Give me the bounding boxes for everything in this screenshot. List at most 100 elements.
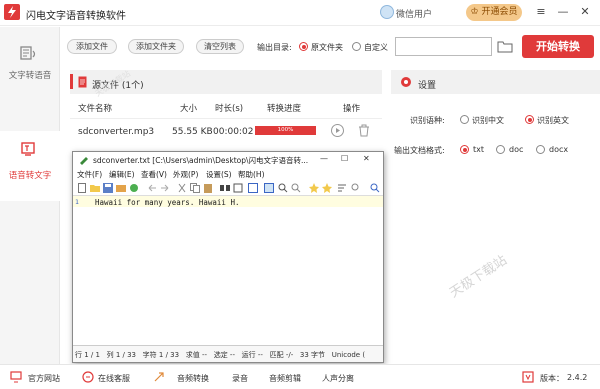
paste-icon[interactable] [203,183,213,193]
document-icon [78,76,87,88]
menu-view[interactable]: 查看(V) [141,169,167,180]
text-to-speech-icon [20,45,38,63]
footer-record[interactable]: 录音 [232,373,248,384]
toolbar-more-icon[interactable] [370,183,380,193]
favorites-icon[interactable] [309,183,319,193]
app-logo-icon [4,4,20,20]
menu-help[interactable]: 帮助(H) [238,169,265,180]
lang-label: 识别语种: [410,116,445,125]
footer-bar: 官方网站 在线客服 音频转换 录音 音频剪辑 人声分离 版本： 2.4.2 [0,364,600,389]
radio-lang-english[interactable] [525,115,534,124]
speech-to-text-icon [20,141,38,159]
sidebar-item-label: 语音转文字 [8,171,52,181]
radio-original-folder[interactable] [299,42,308,51]
radio-lang-english-label: 识别英文 [537,116,569,125]
app-window: 闪电文字语音转换软件 微信用户 ♔ 开通会员 ≡ — ✕ 文字转语音 语音转文字… [0,0,600,389]
add-file-button[interactable]: 添加文件 [67,39,117,54]
redo-icon[interactable] [160,183,170,193]
radio-format-txt[interactable] [460,145,469,154]
footer-support[interactable]: 在线客服 [98,373,130,384]
divider [70,118,382,119]
word-wrap-icon[interactable] [264,183,274,193]
folder-icon[interactable] [497,40,513,53]
menu-file[interactable]: 文件(F) [77,169,102,180]
notepad-status-bar: 行 1 / 1 列 1 / 33 字符 1 / 33 求值 -- 选定 -- 运… [73,345,383,362]
notepad-minimize-icon[interactable]: — [320,154,328,163]
output-dir-label: 输出目录: [257,43,292,52]
col-header-progress: 转换进度 [267,104,302,114]
col-header-actions: 操作 [343,104,361,114]
undo-icon[interactable] [147,183,157,193]
footer-audio-convert[interactable]: 音频转换 [177,373,209,384]
sidebar-item-speech-to-text[interactable]: 语音转文字 [0,131,60,201]
goto-icon[interactable] [248,183,258,193]
settings-title: 设置 [418,81,437,91]
output-path-input[interactable] [395,37,492,56]
version-icon [522,371,534,383]
watermark-text: 天极下载站 [447,252,510,301]
line-number: 1 [75,198,79,206]
footer-voice-separation[interactable]: 人声分离 [322,373,354,384]
zoom-out-icon[interactable] [291,183,301,193]
menu-settings[interactable]: 设置(S) [206,169,232,180]
vip-label: 开通会员 [481,7,518,17]
format-label: 输出文档格式: [394,146,445,155]
radio-custom-folder[interactable] [352,42,361,51]
user-avatar-icon[interactable] [380,5,394,19]
radio-format-docx-label: docx [549,145,569,154]
version-label: 版本： [540,374,564,383]
sidebar: 文字转语音 语音转文字 [0,27,60,364]
open-icon[interactable] [90,183,100,193]
sort-icon[interactable] [337,183,347,193]
menu-icon[interactable]: ≡ [534,4,548,20]
play-icon[interactable] [331,124,344,137]
minimize-icon[interactable]: — [556,4,570,20]
col-header-size: 大小 [180,104,198,114]
file-duration-cell: 00:00:02 [213,127,254,137]
radio-format-docx[interactable] [536,145,545,154]
trash-icon[interactable] [358,124,370,137]
col-header-duration: 时长(s) [215,104,244,114]
notepad-title-bar[interactable]: sdconverter.txt [C:\Users\admin\Desktop\… [73,152,383,168]
menu-appearance[interactable]: 外观(P) [173,169,198,180]
save-as-icon[interactable] [116,183,126,193]
browse-icon[interactable] [351,183,361,193]
support-icon [82,371,94,383]
find-icon[interactable] [220,183,230,193]
editor-text[interactable]: Hawaii for many years. Hawaii H. [95,198,240,207]
vip-button[interactable]: ♔ 开通会员 [466,4,522,21]
radio-lang-chinese[interactable] [460,115,469,124]
source-accent-bar [70,74,73,89]
close-icon[interactable]: ✕ [578,4,592,20]
notepad-close-icon[interactable]: ✕ [363,154,370,163]
save-icon[interactable] [103,183,113,193]
add-folder-button[interactable]: 添加文件夹 [128,39,184,54]
clear-list-button[interactable]: 清空列表 [196,39,244,54]
footer-website[interactable]: 官方网站 [28,373,60,384]
zoom-in-icon[interactable] [278,183,288,193]
radio-lang-chinese-label: 识别中文 [472,116,504,125]
notepad-editor[interactable]: 1 Hawaii for many years. Hawaii H. [73,196,383,342]
notepad-icon [79,155,89,165]
reload-icon[interactable] [129,183,139,193]
notepad-window[interactable]: sdconverter.txt [C:\Users\admin\Desktop\… [72,151,384,363]
audio-convert-icon [153,371,165,383]
notepad-maximize-icon[interactable]: ☐ [341,154,348,163]
menu-edit[interactable]: 编辑(E) [109,169,135,180]
copy-icon[interactable] [190,183,200,193]
file-name-cell: sdconverter.mp3 [78,127,155,137]
replace-icon[interactable] [233,183,243,193]
radio-format-doc-label: doc [509,145,524,154]
new-file-icon[interactable] [77,183,87,193]
website-icon [10,371,22,383]
cut-icon[interactable] [177,183,187,193]
col-header-name: 文件名称 [78,104,113,114]
start-convert-button[interactable]: 开始转换 [522,35,594,58]
sidebar-item-text-to-speech[interactable]: 文字转语音 [0,37,60,99]
user-name[interactable]: 微信用户 [396,7,432,20]
file-size-cell: 55.55 KB [172,127,213,137]
crown-icon: ♔ [470,7,479,17]
radio-format-doc[interactable] [496,145,505,154]
add-favorite-icon[interactable] [322,183,332,193]
footer-audio-edit[interactable]: 音频剪辑 [269,373,301,384]
